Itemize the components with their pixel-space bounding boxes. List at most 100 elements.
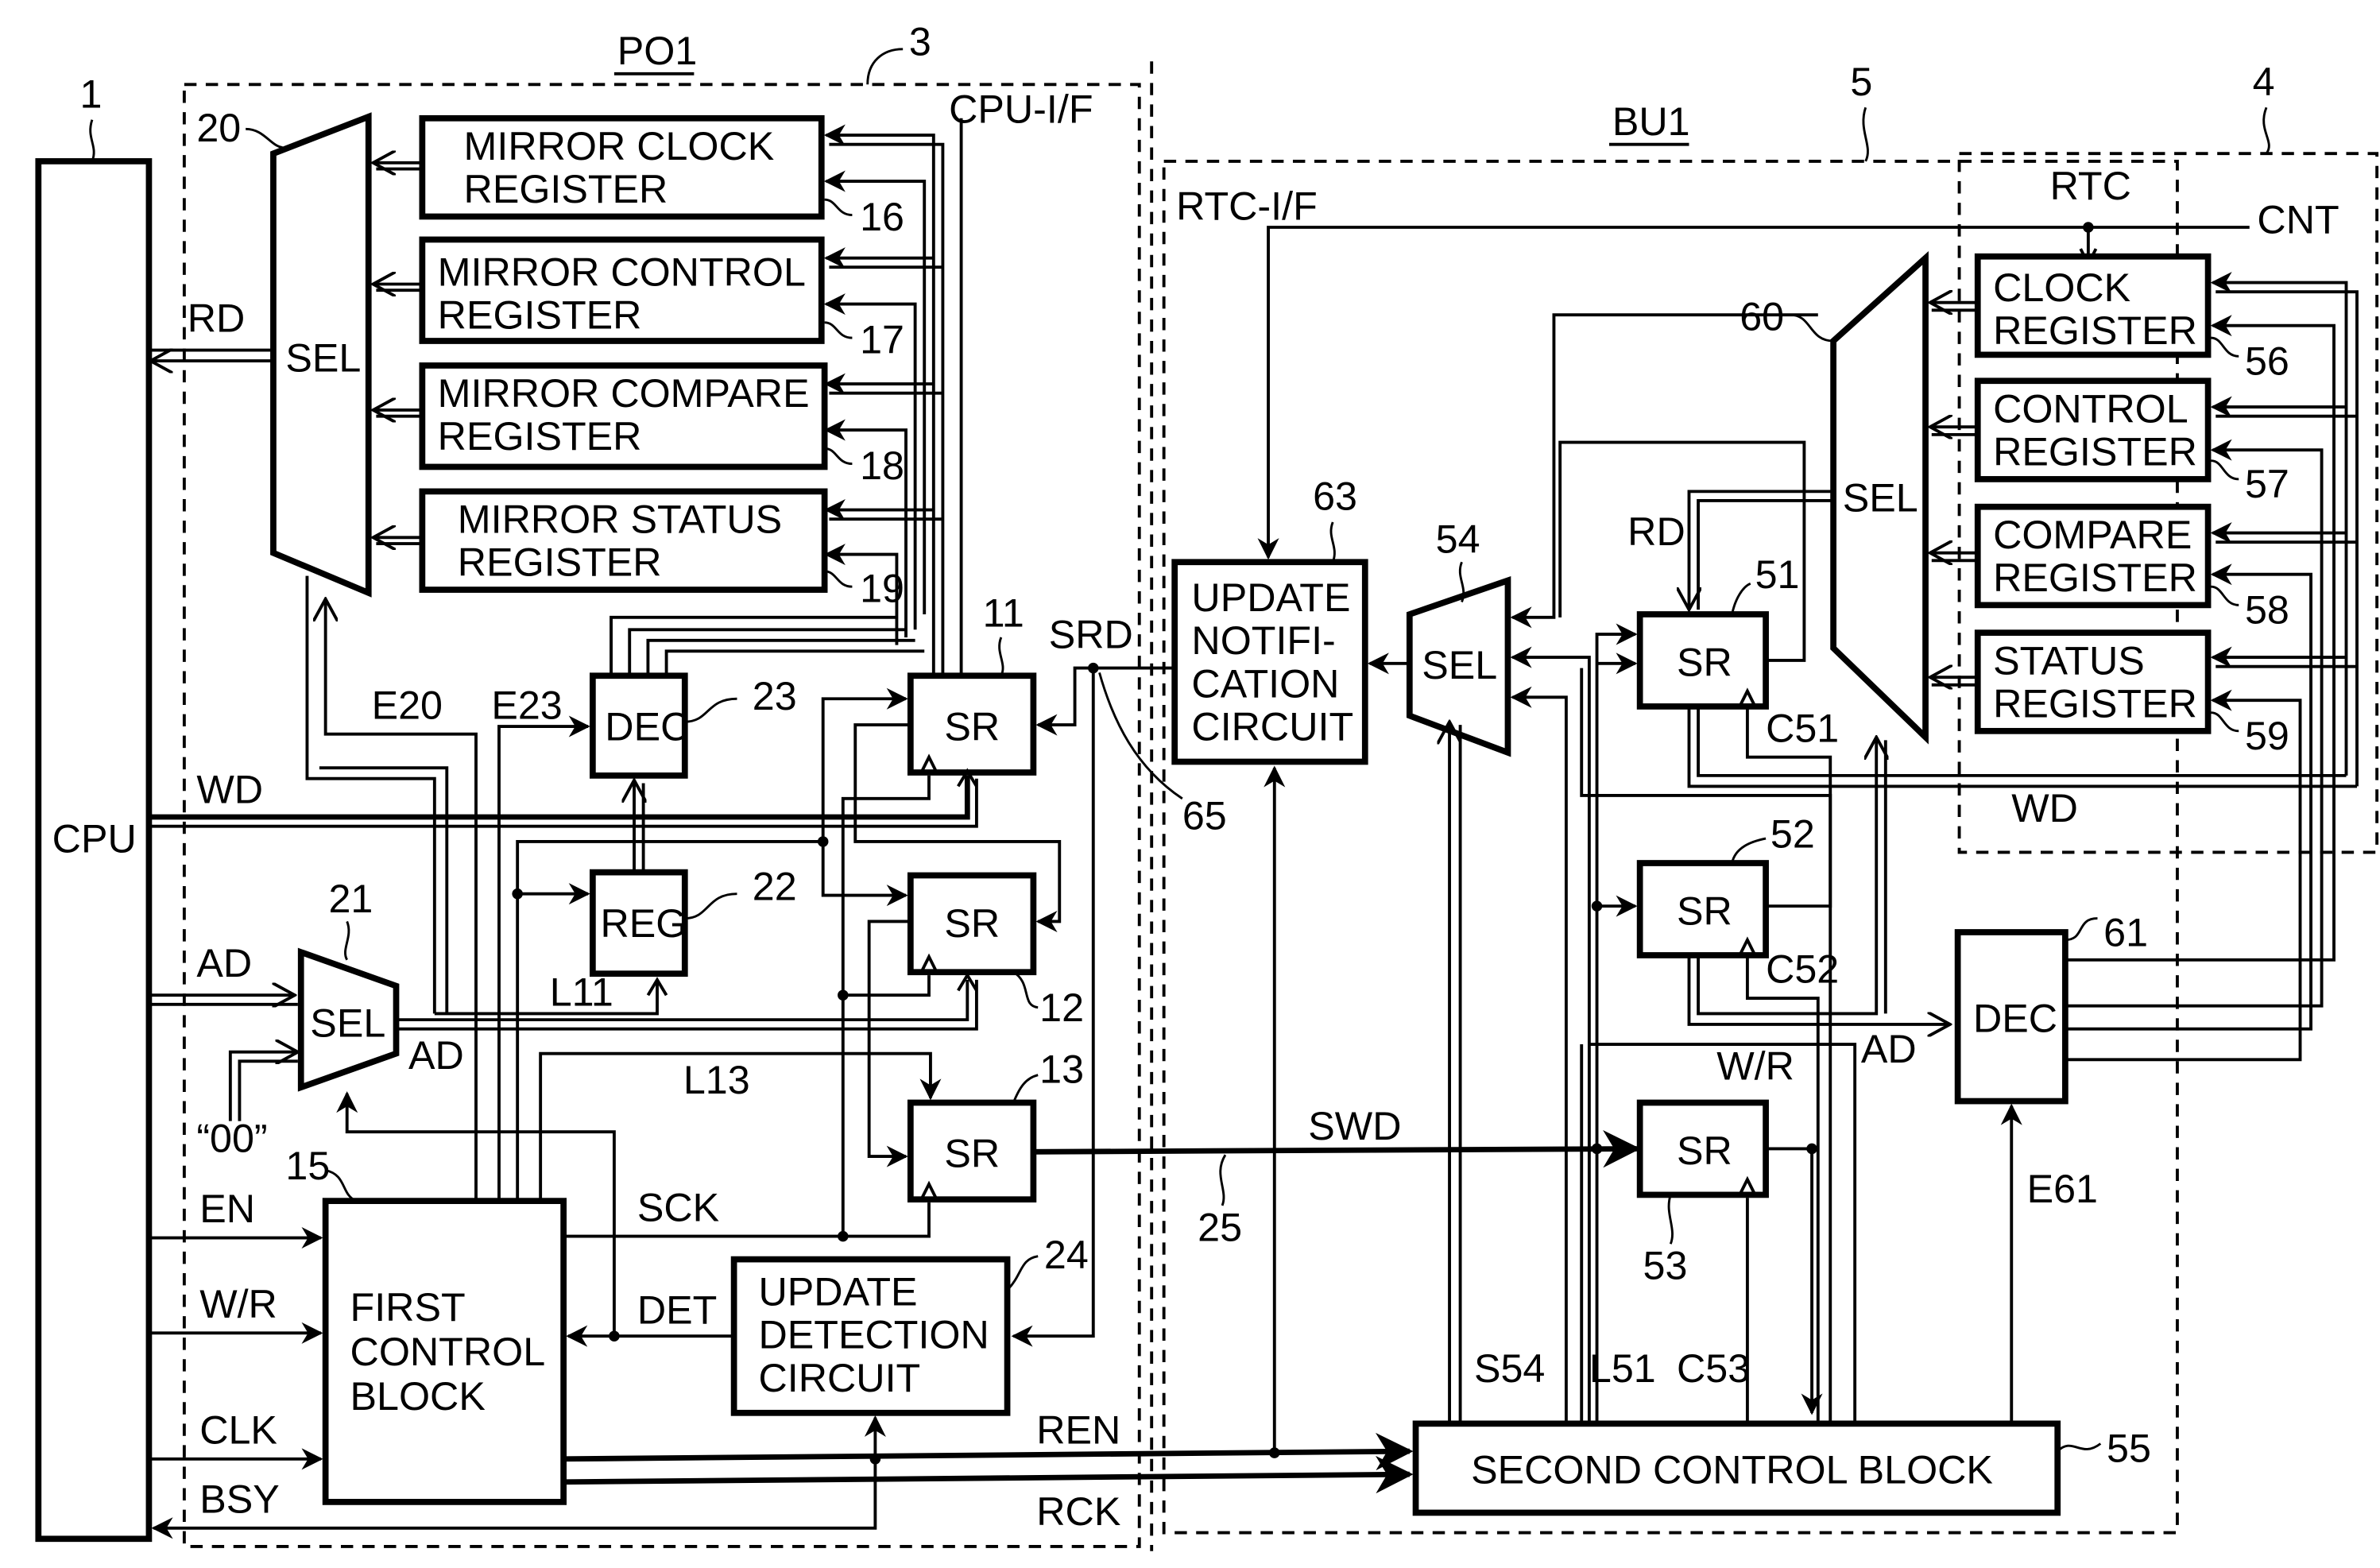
- ref-sel-60: 60: [1740, 294, 1784, 339]
- cpu-if-label: CPU-I/F: [949, 87, 1093, 132]
- svg-text:CATION: CATION: [1191, 661, 1339, 706]
- selector-60-label: SEL: [1843, 475, 1918, 520]
- register-22-label: REG: [601, 901, 687, 946]
- svg-text:SR: SR: [944, 901, 1000, 946]
- update-notification-circuit: UPDATE NOTIFI- CATION CIRCUIT: [1171, 559, 1368, 765]
- svg-text:CONTROL: CONTROL: [1993, 386, 2188, 431]
- signal-sck: SCK: [637, 1185, 719, 1229]
- svg-text:DETECTION: DETECTION: [759, 1313, 989, 1357]
- mirror-status-register: MIRROR STATUS REGISTER: [419, 488, 828, 593]
- compare-register: COMPARE REGISTER: [1974, 503, 2212, 609]
- ref-fcb-15: 15: [285, 1144, 330, 1188]
- rtc-label: RTC: [2050, 164, 2131, 208]
- svg-text:REGISTER: REGISTER: [1993, 430, 2197, 474]
- svg-text:SR: SR: [1677, 1129, 1732, 1173]
- control-register: CONTROL REGISTER: [1974, 377, 2212, 482]
- ref-sel-20: 20: [196, 106, 241, 150]
- signal-e61: E61: [2027, 1167, 2098, 1211]
- shift-register-13: SR: [907, 1099, 1037, 1203]
- ref-sel-21: 21: [329, 877, 373, 921]
- svg-text:NOTIFI-: NOTIFI-: [1191, 618, 1335, 663]
- svg-text:UPDATE: UPDATE: [1191, 575, 1350, 620]
- signal-en: EN: [199, 1187, 255, 1231]
- constant-00: “00”: [196, 1116, 267, 1160]
- ref-sr-53: 53: [1643, 1244, 1688, 1288]
- svg-text:REGISTER: REGISTER: [464, 167, 668, 211]
- signal-bsy: BSY: [199, 1477, 280, 1521]
- ref-dec-23: 23: [753, 674, 797, 718]
- svg-text:MIRROR CLOCK: MIRROR CLOCK: [464, 124, 775, 168]
- rtc-if-label: RTC-I/F: [1176, 184, 1318, 228]
- mirror-compare-register: MIRROR COMPARE REGISTER: [419, 362, 828, 470]
- svg-text:UPDATE: UPDATE: [759, 1270, 918, 1314]
- ref-reg-59: 59: [2245, 714, 2289, 758]
- signal-wd: WD: [196, 768, 263, 812]
- ref-mirror-16: 16: [860, 195, 904, 239]
- signal-srd: SRD: [1049, 612, 1133, 656]
- svg-text:SR: SR: [1677, 889, 1732, 933]
- svg-text:BLOCK: BLOCK: [350, 1374, 486, 1419]
- signal-ad-rtc: AD: [1861, 1027, 1917, 1071]
- decoder-23-label: DEC: [605, 704, 689, 749]
- signal-c53: C53: [1677, 1346, 1750, 1391]
- svg-text:PO1: PO1: [617, 29, 698, 73]
- signal-l11: L11: [550, 970, 613, 1015]
- svg-text:SR: SR: [1677, 640, 1732, 684]
- ref-sr-52: 52: [1770, 812, 1815, 857]
- signal-l13: L13: [683, 1058, 750, 1102]
- svg-text:SR: SR: [944, 1132, 1000, 1176]
- update-detection-circuit: UPDATE DETECTION CIRCUIT: [730, 1256, 1011, 1416]
- title-bu1: BU1: [1609, 99, 1690, 146]
- cpu-label: CPU: [52, 816, 137, 861]
- svg-text:REGISTER: REGISTER: [458, 540, 662, 585]
- svg-text:STATUS: STATUS: [1993, 638, 2145, 683]
- svg-text:FIRST: FIRST: [350, 1285, 466, 1330]
- signal-swd: SWD: [1308, 1104, 1401, 1148]
- svg-text:COMPARE: COMPARE: [1993, 513, 2192, 557]
- ref-rtc: 4: [2253, 60, 2275, 104]
- ref-dec-61: 61: [2103, 910, 2148, 954]
- ref-node-65: 65: [1182, 794, 1227, 838]
- title-po1: PO1: [613, 29, 698, 75]
- svg-text:CLOCK: CLOCK: [1993, 265, 2130, 310]
- signal-ad-in: AD: [196, 941, 252, 985]
- ref-reg-22: 22: [753, 864, 797, 908]
- svg-text:BU1: BU1: [1612, 99, 1690, 144]
- ref-sr-13: 13: [1039, 1047, 1084, 1091]
- signal-s54: S54: [1474, 1346, 1545, 1391]
- svg-text:CONTROL: CONTROL: [350, 1330, 546, 1374]
- signal-e20: E20: [372, 683, 443, 727]
- ref-sr-12: 12: [1039, 985, 1084, 1030]
- ref-sel-54: 54: [1436, 517, 1480, 562]
- selector-20-label: SEL: [285, 336, 361, 381]
- ref-unc-63: 63: [1313, 474, 1357, 519]
- signal-wd-rtc: WD: [2011, 786, 2078, 830]
- signal-c52: C52: [1766, 947, 1839, 992]
- signal-rck: RCK: [1036, 1489, 1120, 1534]
- signal-e23: E23: [491, 683, 562, 727]
- shift-register-52: SR: [1636, 860, 1769, 958]
- ref-reg-57: 57: [2245, 462, 2289, 506]
- ref-reg-58: 58: [2245, 588, 2289, 633]
- svg-text:REGISTER: REGISTER: [438, 414, 642, 459]
- shift-register-53: SR: [1636, 1099, 1769, 1198]
- rtc-to-sel-buses: [1930, 303, 1978, 685]
- signal-clk: CLK: [199, 1407, 277, 1452]
- clock-register: CLOCK REGISTER: [1974, 253, 2212, 358]
- shift-register-12: SR: [907, 872, 1037, 976]
- svg-text:REGISTER: REGISTER: [1993, 308, 2197, 353]
- second-control-block: SECOND CONTROL BLOCK: [1412, 1420, 2061, 1516]
- ref-cpu: 1: [79, 72, 102, 116]
- ref-cpu-if: 3: [909, 20, 931, 64]
- rtc-if-boundary: [1162, 159, 2179, 1535]
- signal-wr-rtc: W/R: [1716, 1043, 1794, 1088]
- svg-text:CIRCUIT: CIRCUIT: [759, 1356, 921, 1400]
- selector-54-label: SEL: [1422, 643, 1497, 687]
- svg-text:SR: SR: [944, 704, 1000, 749]
- signal-rd-rtc: RD: [1627, 509, 1685, 554]
- signal-det: DET: [637, 1288, 717, 1333]
- signal-l51: L51: [1589, 1346, 1656, 1391]
- shift-register-11: SR: [907, 672, 1037, 776]
- mirror-control-register: MIRROR CONTROL REGISTER: [419, 236, 825, 344]
- svg-text:MIRROR STATUS: MIRROR STATUS: [458, 498, 782, 542]
